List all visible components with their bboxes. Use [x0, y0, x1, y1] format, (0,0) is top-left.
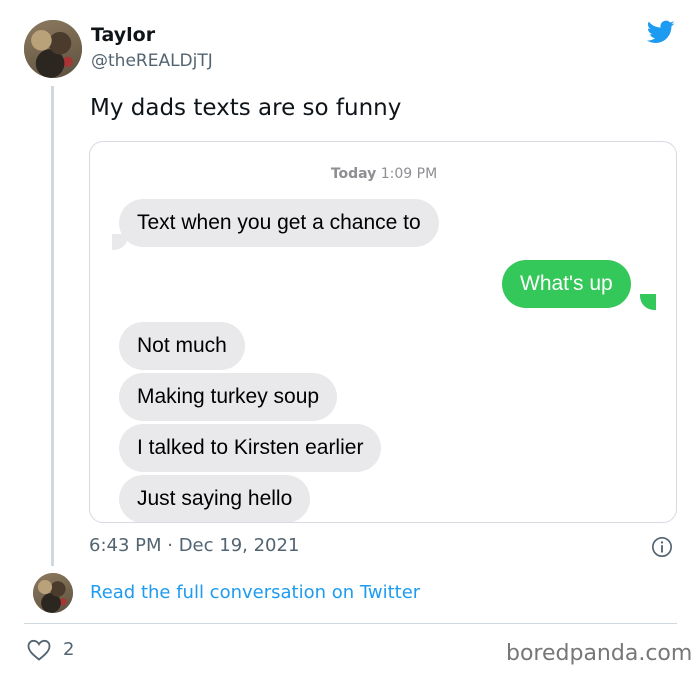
divider: [24, 623, 677, 624]
tweet-timestamp[interactable]: 6:43 PM · Dec 19, 2021: [89, 535, 299, 556]
message-bubble-incoming: I talked to Kirsten earlier: [119, 424, 382, 472]
thread-line: [51, 86, 54, 566]
message-time-clock: 1:09 PM: [380, 166, 438, 182]
info-icon[interactable]: [651, 536, 673, 558]
author-handle[interactable]: @theREALDjTJ: [91, 51, 213, 71]
message-bubble-incoming: Making turkey soup: [119, 373, 338, 421]
twitter-bird-icon[interactable]: [645, 18, 677, 46]
read-conversation-link[interactable]: Read the full conversation on Twitter: [90, 582, 420, 603]
like-count: 2: [63, 639, 75, 660]
message-time-day: Today: [330, 166, 377, 182]
bubble-tail: [640, 294, 656, 310]
message-time: Today 1:09 PM: [90, 166, 676, 182]
message-bubble-incoming: Not much: [119, 322, 245, 370]
message-bubble-outgoing: What's up: [502, 260, 631, 308]
message-bubble-incoming: Just saying hello: [119, 475, 311, 522]
watermark: boredpanda.com: [506, 641, 693, 666]
tweet-text: My dads texts are so funny: [90, 95, 402, 121]
author-avatar[interactable]: [24, 20, 82, 78]
author-name[interactable]: Taylor: [91, 24, 155, 46]
screenshot-media[interactable]: Today 1:09 PM Text when you get a chance…: [89, 141, 677, 523]
heart-icon[interactable]: [27, 639, 51, 661]
author-avatar-small[interactable]: [33, 573, 73, 613]
message-bubble-incoming: Text when you get a chance to: [119, 199, 439, 247]
